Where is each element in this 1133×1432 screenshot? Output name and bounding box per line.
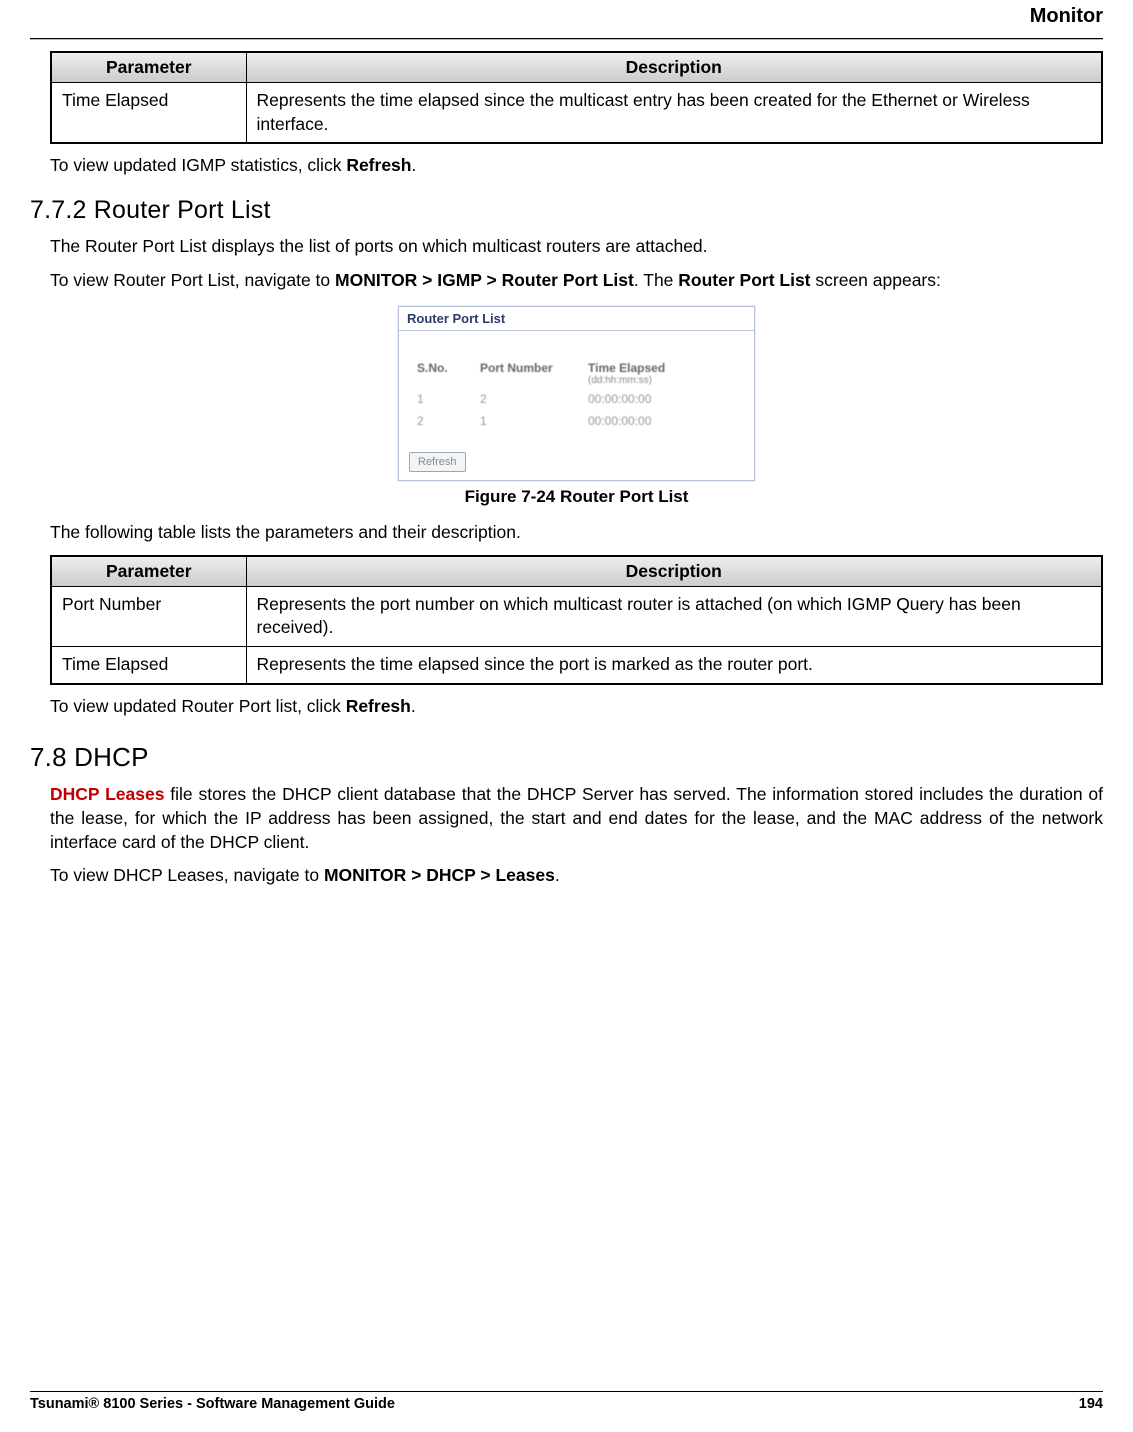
page-footer: Tsunami® 8100 Series - Software Manageme… [30, 1382, 1103, 1412]
text: screen appears: [811, 270, 941, 290]
text: To view updated Router Port list, click [50, 696, 346, 716]
mock-col-sno: S.No. [413, 359, 476, 388]
mock-cell: 2 [413, 410, 476, 432]
header-rule [30, 38, 1103, 39]
nav-path: MONITOR > DHCP > Leases [324, 865, 555, 885]
table2-row1-param: Time Elapsed [51, 647, 246, 684]
text: . The [634, 270, 678, 290]
table2-header-param: Parameter [51, 556, 246, 587]
footer-doc-title: Tsunami® 8100 Series - Software Manageme… [30, 1396, 395, 1412]
mock-col-time-sub: (dd:hh:mm:ss) [588, 375, 740, 386]
nav-path: MONITOR > IGMP > Router Port List [335, 270, 634, 290]
table1-header-param: Parameter [51, 52, 246, 83]
param-table-router-port: Parameter Description Port Number Repres… [50, 555, 1103, 685]
footer-page-number: 194 [1079, 1396, 1103, 1412]
footer-rule [30, 1391, 1103, 1392]
mock-cell: 2 [476, 388, 584, 410]
table1-row0-desc: Represents the time elapsed since the mu… [246, 83, 1102, 144]
mock-cell: 00:00:00:00 [584, 410, 744, 432]
text: file stores the DHCP client database tha… [50, 784, 1103, 851]
heading-7-7-2: 7.7.2 Router Port List [30, 196, 1103, 225]
text: To view Router Port List, navigate to [50, 270, 335, 290]
table-row: Time Elapsed Represents the time elapsed… [51, 83, 1102, 144]
mock-table: S.No. Port Number Time Elapsed (dd:hh:mm… [413, 359, 744, 432]
table2-row0-param: Port Number [51, 586, 246, 646]
mock-cell: 1 [413, 388, 476, 410]
text: To view DHCP Leases, navigate to [50, 865, 324, 885]
router-refresh-note: To view updated Router Port list, click … [50, 695, 1103, 719]
text: . [411, 155, 416, 175]
mock-col-time: Time Elapsed (dd:hh:mm:ss) [584, 359, 744, 388]
table1-row0-param: Time Elapsed [51, 83, 246, 144]
dhcp-leases-description: DHCP Leases file stores the DHCP client … [50, 783, 1103, 854]
mock-col-time-label: Time Elapsed [588, 361, 665, 375]
refresh-button[interactable]: Refresh [409, 452, 466, 472]
text: . [411, 696, 416, 716]
table1-header-desc: Description [246, 52, 1102, 83]
text: To view updated IGMP statistics, click [50, 155, 346, 175]
table2-header-desc: Description [246, 556, 1102, 587]
screen-name: Router Port List [678, 270, 810, 290]
page-header-title: Monitor [30, 0, 1103, 32]
figure-caption: Figure 7-24 Router Port List [50, 487, 1103, 507]
dhcp-leases-lead: DHCP Leases [50, 784, 164, 804]
dhcp-nav: To view DHCP Leases, navigate to MONITOR… [50, 864, 1103, 888]
router-port-list-screenshot: Router Port List S.No. Port Number Time … [398, 306, 755, 481]
mock-cell: 00:00:00:00 [584, 388, 744, 410]
table-row: Time Elapsed Represents the time elapsed… [51, 647, 1102, 684]
text: . [555, 865, 560, 885]
table2-intro: The following table lists the parameters… [50, 521, 1103, 545]
table-row: 1 2 00:00:00:00 [413, 388, 744, 410]
igmp-refresh-note: To view updated IGMP statistics, click R… [50, 154, 1103, 178]
mock-col-port: Port Number [476, 359, 584, 388]
table2-row0-desc: Represents the port number on which mult… [246, 586, 1102, 646]
mock-cell: 1 [476, 410, 584, 432]
router-port-intro: The Router Port List displays the list o… [50, 235, 1103, 259]
table-row: 2 1 00:00:00:00 [413, 410, 744, 432]
table-row: Port Number Represents the port number o… [51, 586, 1102, 646]
param-table-time-elapsed: Parameter Description Time Elapsed Repre… [50, 51, 1103, 144]
heading-7-8: 7.8 DHCP [30, 742, 1103, 773]
mock-panel-title: Router Port List [399, 307, 754, 330]
refresh-label: Refresh [346, 155, 411, 175]
router-port-nav: To view Router Port List, navigate to MO… [50, 269, 1103, 293]
refresh-label: Refresh [346, 696, 411, 716]
table2-row1-desc: Represents the time elapsed since the po… [246, 647, 1102, 684]
